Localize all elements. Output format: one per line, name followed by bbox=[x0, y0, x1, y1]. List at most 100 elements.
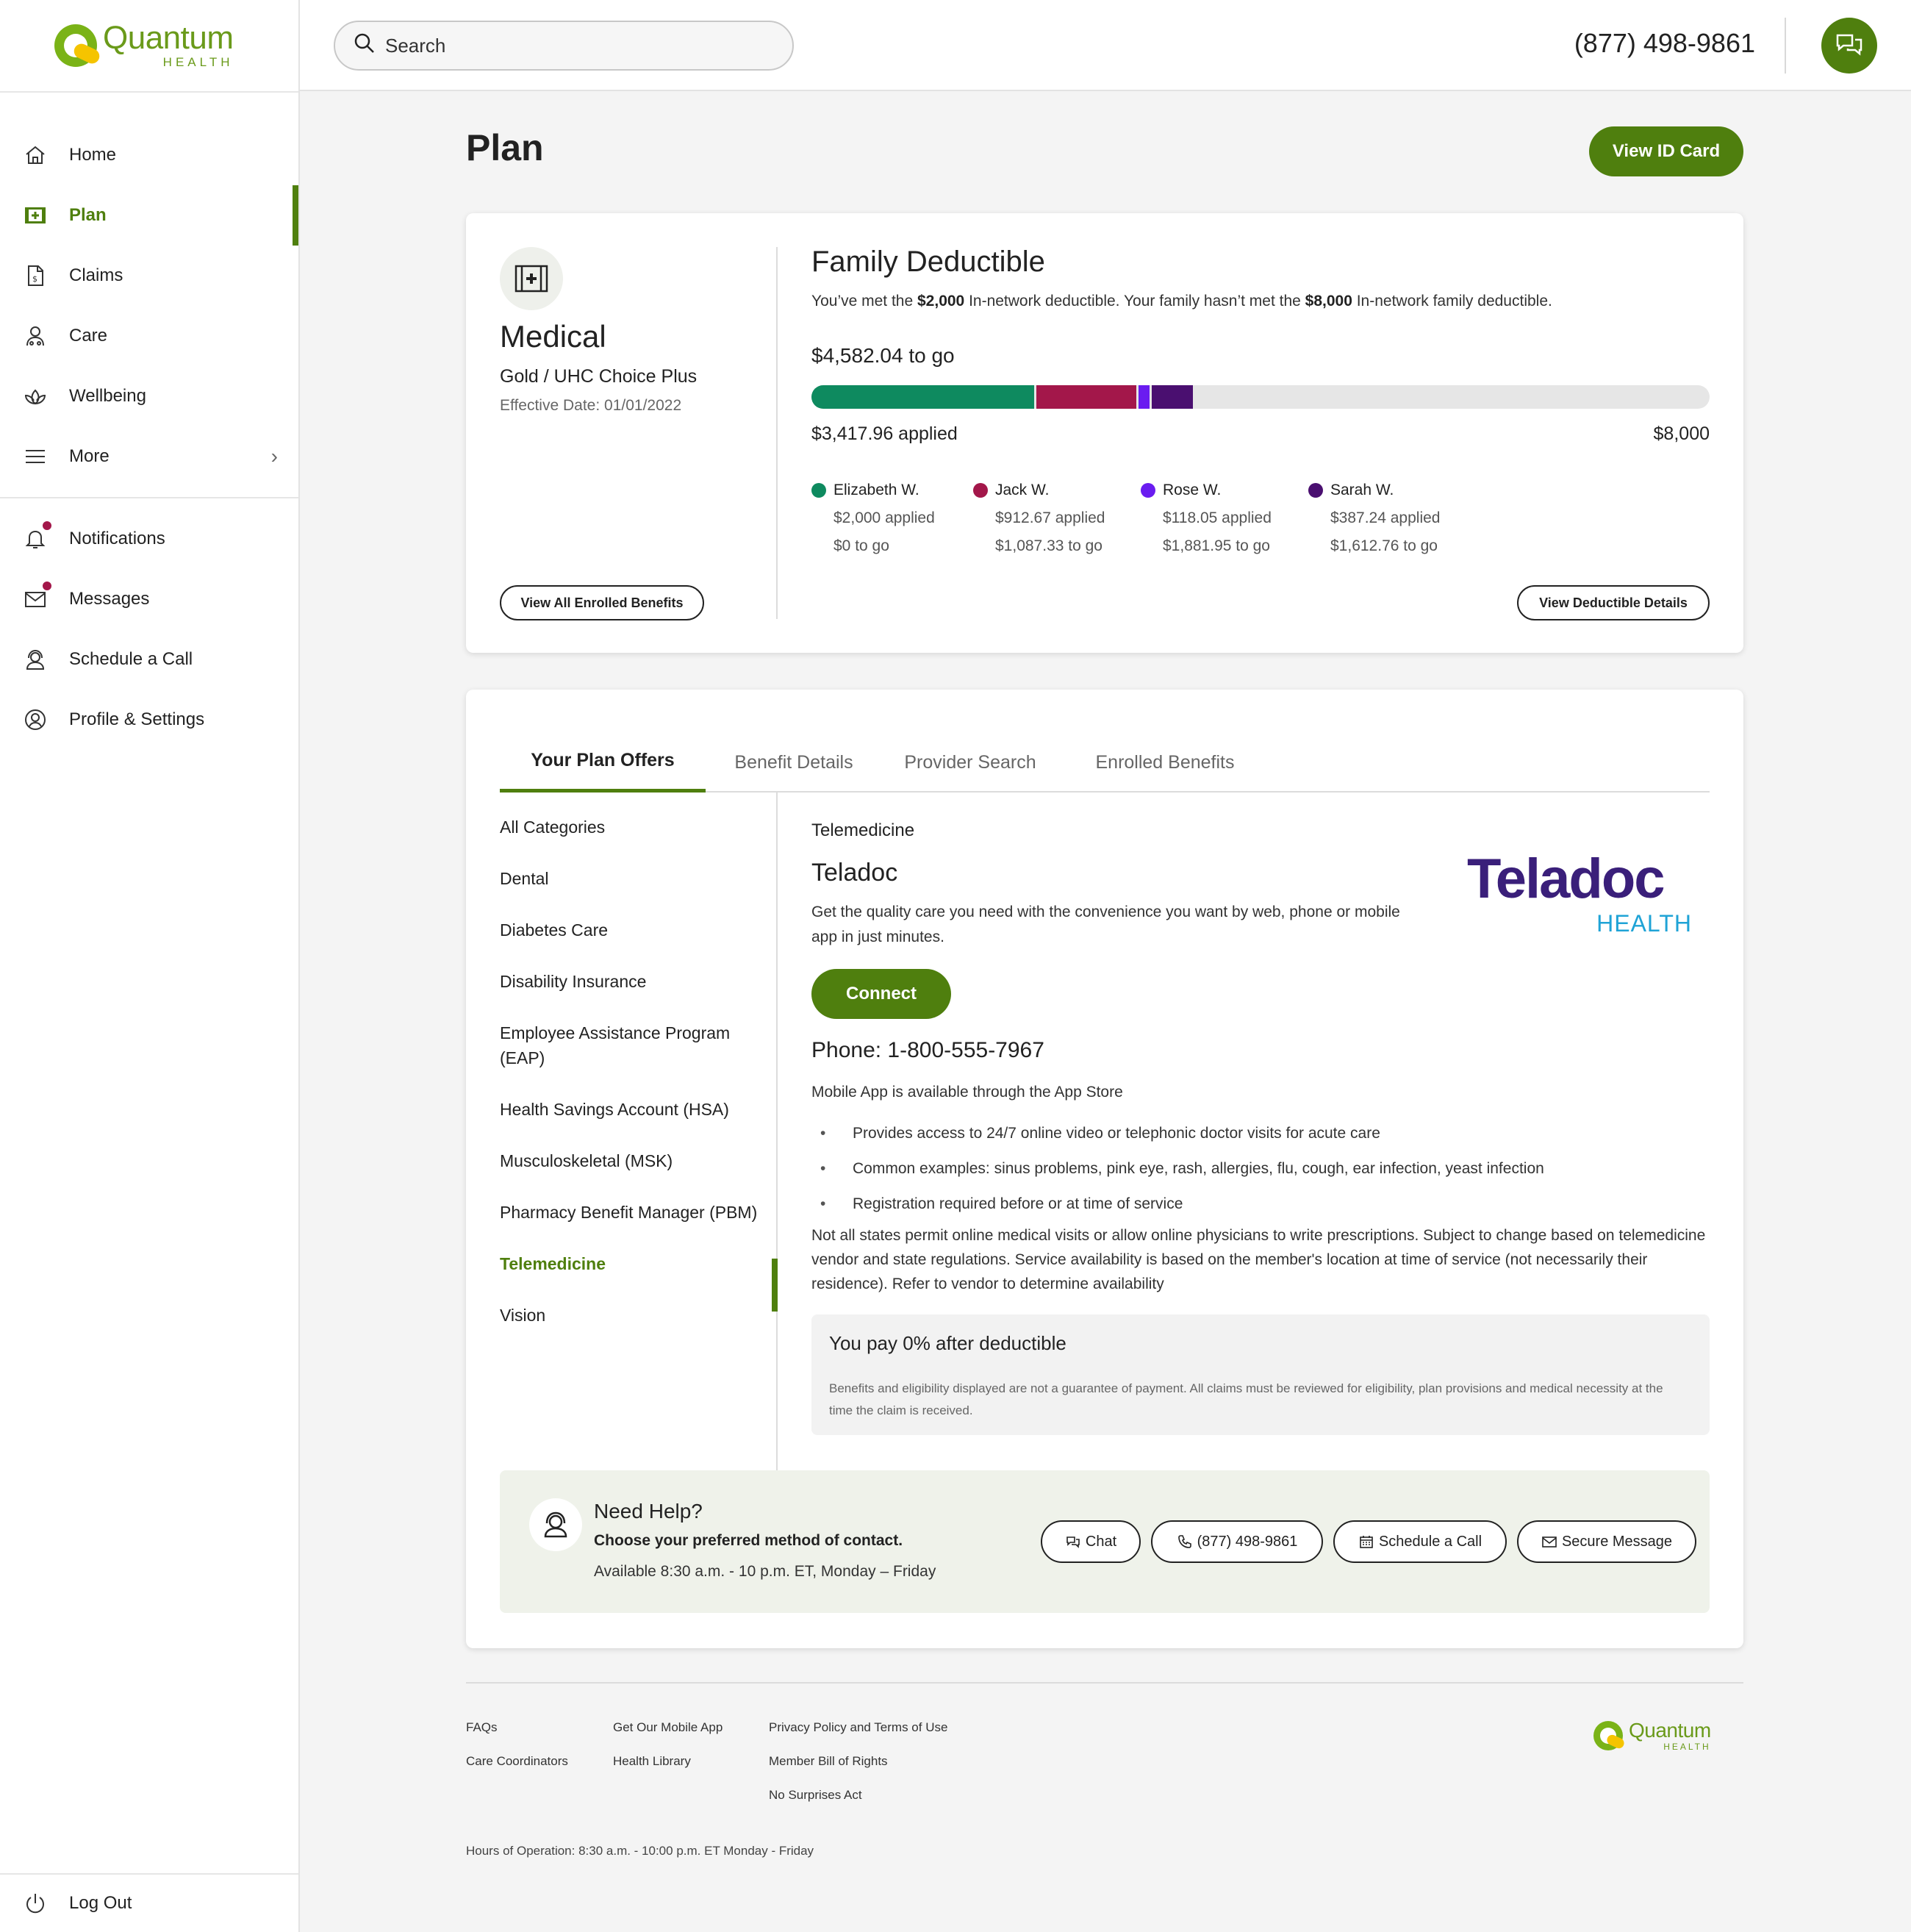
sidebar-divider bbox=[0, 91, 298, 93]
chat-bubbles-icon bbox=[1066, 1536, 1080, 1548]
sidebar: Quantum HEALTH Home Plan $ Claims Care W… bbox=[0, 0, 300, 1932]
sidebar-item-label: More bbox=[69, 446, 110, 466]
cost-share-title: You pay 0% after deductible bbox=[829, 1332, 1066, 1354]
plan-tabs: Your Plan Offers Benefit Details Provide… bbox=[500, 732, 1710, 793]
member-elizabeth: Elizabeth W. $2,000 applied $0 to go bbox=[811, 476, 935, 560]
tab-provider-search[interactable]: Provider Search bbox=[897, 732, 1044, 793]
quantum-logo-mark-icon bbox=[1593, 1721, 1623, 1750]
need-help-hours: Available 8:30 a.m. - 10 p.m. ET, Monday… bbox=[594, 1563, 936, 1580]
sidebar-item-home[interactable]: Home bbox=[0, 125, 298, 185]
view-id-card-button[interactable]: View ID Card bbox=[1589, 126, 1743, 176]
offer-category: Telemedicine bbox=[811, 820, 915, 840]
offer-note: Not all states permit online medical vis… bbox=[811, 1227, 1706, 1292]
calendar-icon bbox=[1360, 1536, 1373, 1548]
quantum-health-logo[interactable]: Quantum HEALTH bbox=[54, 20, 234, 69]
footer-quantum-logo: Quantum HEALTH bbox=[1593, 1720, 1711, 1751]
logout-button[interactable]: Log Out bbox=[0, 1873, 298, 1932]
footer-link-mobile-app[interactable]: Get Our Mobile App bbox=[613, 1720, 723, 1735]
member-color-dot bbox=[811, 483, 826, 498]
deductible-progress-bar bbox=[811, 385, 1710, 409]
sidebar-item-care[interactable]: Care bbox=[0, 306, 298, 366]
sidebar-item-wellbeing[interactable]: Wellbeing bbox=[0, 366, 298, 426]
category-pbm[interactable]: Pharmacy Benefit Manager (PBM) bbox=[500, 1200, 776, 1225]
message-badge bbox=[41, 580, 53, 592]
category-hsa[interactable]: Health Savings Account (HSA) bbox=[500, 1097, 776, 1122]
tab-enrolled-benefits[interactable]: Enrolled Benefits bbox=[1080, 732, 1250, 793]
sidebar-item-notifications[interactable]: Notifications bbox=[0, 509, 298, 569]
footer-link-privacy[interactable]: Privacy Policy and Terms of Use bbox=[769, 1720, 947, 1735]
help-phone-button[interactable]: (877) 498-9861 bbox=[1151, 1520, 1323, 1563]
search-bar[interactable] bbox=[334, 21, 794, 71]
category-msk[interactable]: Musculoskeletal (MSK) bbox=[500, 1148, 776, 1173]
logo-name: Quantum bbox=[103, 20, 234, 56]
offer-name: Teladoc bbox=[811, 859, 898, 887]
header-divider bbox=[1785, 18, 1786, 74]
footer-link-bill-of-rights[interactable]: Member Bill of Rights bbox=[769, 1754, 888, 1769]
category-eap[interactable]: Employee Assistance Program (EAP) bbox=[500, 1020, 764, 1070]
search-input[interactable] bbox=[385, 34, 767, 57]
member-rose: Rose W. $118.05 applied $1,881.95 to go bbox=[1141, 476, 1272, 560]
member-sarah: Sarah W. $387.24 applied $1,612.76 to go bbox=[1308, 476, 1440, 560]
sidebar-item-schedule-call[interactable]: Schedule a Call bbox=[0, 629, 298, 690]
sidebar-item-claims[interactable]: $ Claims bbox=[0, 246, 298, 306]
category-telemedicine[interactable]: Telemedicine bbox=[500, 1251, 776, 1276]
lotus-icon bbox=[22, 383, 49, 409]
member-color-dot bbox=[1308, 483, 1323, 498]
plan-name: Gold / UHC Choice Plus bbox=[500, 366, 698, 387]
logo-sub: HEALTH bbox=[1663, 1742, 1711, 1752]
deductible-to-go: $4,582.04 to go bbox=[811, 344, 955, 367]
offer-app-note: Mobile App is available through the App … bbox=[811, 1084, 1123, 1101]
category-vision[interactable]: Vision bbox=[500, 1303, 776, 1328]
footer-divider bbox=[466, 1682, 1743, 1684]
card-divider bbox=[776, 247, 778, 619]
category-all[interactable]: All Categories bbox=[500, 815, 776, 840]
effective-date: Effective Date: 01/01/2022 bbox=[500, 397, 682, 414]
category-disability-insurance[interactable]: Disability Insurance bbox=[500, 969, 776, 994]
sidebar-item-plan[interactable]: Plan bbox=[0, 185, 298, 246]
headset-icon bbox=[22, 646, 49, 673]
view-deductible-details-button[interactable]: View Deductible Details bbox=[1517, 585, 1710, 620]
phone-icon bbox=[1177, 1535, 1191, 1548]
notification-badge bbox=[41, 520, 53, 532]
footer-link-no-surprises-act[interactable]: No Surprises Act bbox=[769, 1788, 862, 1803]
sidebar-item-label: Claims bbox=[69, 265, 123, 285]
sidebar-item-label: Care bbox=[69, 326, 108, 346]
help-secure-message-button[interactable]: Secure Message bbox=[1517, 1520, 1696, 1563]
footer-link-health-library[interactable]: Health Library bbox=[613, 1754, 691, 1769]
teladoc-logo-name: Teladoc bbox=[1467, 848, 1666, 910]
list-item: Common examples: sinus problems, pink ey… bbox=[811, 1151, 1715, 1187]
bell-icon bbox=[22, 520, 53, 552]
help-schedule-call-button[interactable]: Schedule a Call bbox=[1333, 1520, 1507, 1563]
tab-your-plan-offers[interactable]: Your Plan Offers bbox=[500, 732, 706, 793]
svg-text:$: $ bbox=[32, 274, 37, 284]
logo-sub: HEALTH bbox=[162, 55, 234, 69]
sidebar-item-more[interactable]: More › bbox=[0, 426, 298, 487]
top-header: (877) 498-9861 bbox=[300, 0, 1911, 91]
home-icon bbox=[22, 142, 49, 168]
deductible-segment-jack bbox=[1036, 385, 1136, 409]
connect-button[interactable]: Connect bbox=[811, 969, 951, 1019]
category-diabetes-care[interactable]: Diabetes Care bbox=[500, 917, 776, 942]
envelope-icon bbox=[22, 580, 53, 612]
member-jack: Jack W. $912.67 applied $1,087.33 to go bbox=[973, 476, 1105, 560]
footer-link-faqs[interactable]: FAQs bbox=[466, 1720, 498, 1735]
teladoc-logo: Teladoc HEALTH bbox=[1467, 851, 1710, 937]
tab-benefit-details[interactable]: Benefit Details bbox=[720, 732, 867, 793]
header-phone[interactable]: (877) 498-9861 bbox=[1574, 28, 1755, 59]
sidebar-item-messages[interactable]: Messages bbox=[0, 569, 298, 629]
sidebar-item-label: Wellbeing bbox=[69, 386, 146, 406]
footer-link-care-coordinators[interactable]: Care Coordinators bbox=[466, 1754, 568, 1769]
category-dental[interactable]: Dental bbox=[500, 866, 776, 891]
page-title: Plan bbox=[466, 127, 544, 168]
help-chat-button[interactable]: Chat bbox=[1041, 1520, 1141, 1563]
plan-summary-card: Medical Gold / UHC Choice Plus Effective… bbox=[466, 213, 1743, 653]
quantum-logo-mark-icon bbox=[54, 24, 97, 67]
view-all-enrolled-benefits-button[interactable]: View All Enrolled Benefits bbox=[500, 585, 704, 620]
sidebar-item-label: Messages bbox=[69, 589, 150, 609]
care-icon bbox=[22, 323, 49, 349]
sidebar-item-profile-settings[interactable]: Profile & Settings bbox=[0, 690, 298, 750]
sidebar-item-label: Plan bbox=[69, 205, 107, 225]
chat-button[interactable] bbox=[1821, 18, 1877, 74]
logout-label: Log Out bbox=[69, 1893, 132, 1913]
offer-phone: Phone: 1-800-555-7967 bbox=[811, 1038, 1044, 1062]
